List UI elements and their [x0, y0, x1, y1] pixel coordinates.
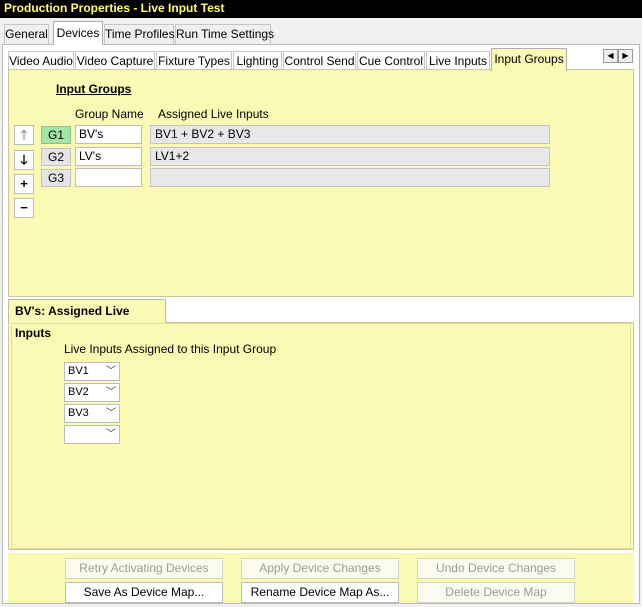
- undo-device-changes-button[interactable]: Undo Device Changes: [417, 558, 575, 579]
- tab-cue-control[interactable]: Cue Control: [357, 51, 425, 71]
- tab-assigned-live-inputs[interactable]: BV's: Assigned Live Inputs: [8, 299, 166, 340]
- chevron-down-icon: ﹀: [106, 366, 116, 377]
- assigned-live-inputs-header: Assigned Live Inputs: [158, 107, 269, 121]
- group-assigned-field[interactable]: BV1 + BV2 + BV3: [150, 125, 550, 144]
- assigned-live-inputs-panel: Live Inputs Assigned to this Input Group…: [8, 322, 634, 550]
- tab-video-capture[interactable]: Video Capture: [75, 51, 155, 71]
- group-id-g3[interactable]: G3: [41, 169, 71, 187]
- assigned-live-inputs-frame: Live Inputs Assigned to this Input Group…: [11, 323, 631, 549]
- group-name-field[interactable]: BV's: [75, 125, 142, 144]
- remove-group-button[interactable]: −: [14, 198, 34, 218]
- dropdown-value: BV3: [68, 407, 89, 419]
- tab-time-profiles[interactable]: Time Profiles: [104, 24, 175, 45]
- tab-scroll-left-icon[interactable]: ◀: [603, 49, 618, 63]
- input-groups-panel: Input Groups Group Name Assigned Live In…: [8, 69, 634, 297]
- assigned-inputs-label: Live Inputs Assigned to this Input Group: [64, 342, 277, 356]
- tab-run-time-settings[interactable]: Run Time Settings: [175, 24, 274, 45]
- tab-fixture-types[interactable]: Fixture Types: [156, 51, 232, 71]
- device-button-bar: Retry Activating Devices Apply Device Ch…: [8, 553, 634, 603]
- group-assigned-field[interactable]: [150, 168, 550, 187]
- group-id-g1[interactable]: G1: [41, 126, 71, 144]
- live-input-dropdown[interactable]: ﹀: [64, 425, 120, 444]
- minus-icon: −: [20, 200, 28, 215]
- plus-icon: +: [20, 176, 28, 191]
- apply-device-changes-button[interactable]: Apply Device Changes: [241, 558, 399, 579]
- live-input-dropdown[interactable]: BV3 ﹀: [64, 404, 120, 423]
- group-name-field[interactable]: [75, 168, 142, 187]
- rename-device-map-button[interactable]: Rename Device Map As...: [241, 582, 399, 603]
- retry-activating-devices-button[interactable]: Retry Activating Devices: [65, 558, 223, 579]
- devices-panel: Video Audio Video Capture Fixture Types …: [2, 44, 640, 604]
- tab-general[interactable]: General: [4, 24, 49, 45]
- live-input-dropdown[interactable]: BV2 ﹀: [64, 383, 120, 402]
- save-as-device-map-button[interactable]: Save As Device Map...: [65, 582, 223, 603]
- group-assigned-field[interactable]: LV1+2: [150, 147, 550, 166]
- input-groups-title: Input Groups: [56, 82, 132, 96]
- tab-input-groups[interactable]: Input Groups: [491, 48, 567, 71]
- dropdown-value: BV1: [68, 365, 89, 377]
- move-up-button[interactable]: 🡑: [14, 125, 34, 145]
- chevron-down-icon: ﹀: [106, 387, 116, 398]
- delete-device-map-button[interactable]: Delete Device Map: [417, 582, 575, 603]
- live-input-dropdown[interactable]: BV1 ﹀: [64, 362, 120, 381]
- move-down-button[interactable]: 🡓: [14, 150, 34, 170]
- tab-lighting[interactable]: Lighting: [233, 51, 282, 71]
- tab-devices[interactable]: Devices: [53, 21, 103, 45]
- add-group-button[interactable]: +: [14, 174, 34, 194]
- tab-control-send[interactable]: Control Send: [283, 51, 356, 71]
- tab-scroll-right-icon[interactable]: ▶: [618, 49, 633, 63]
- group-id-g2[interactable]: G2: [41, 148, 71, 166]
- arrow-down-icon: 🡓: [20, 152, 28, 167]
- tab-scroll-arrows: ◀ ▶: [603, 49, 633, 63]
- group-name-field[interactable]: LV's: [75, 147, 142, 166]
- arrow-up-icon: 🡑: [20, 127, 28, 142]
- tab-live-inputs[interactable]: Live Inputs: [426, 51, 490, 71]
- window-title: Production Properties - Live Input Test: [0, 0, 642, 18]
- tab-video-audio[interactable]: Video Audio: [8, 51, 74, 71]
- group-name-header: Group Name: [75, 107, 144, 121]
- dropdown-value: BV2: [68, 386, 89, 398]
- chevron-down-icon: ﹀: [106, 429, 116, 440]
- chevron-down-icon: ﹀: [106, 408, 116, 419]
